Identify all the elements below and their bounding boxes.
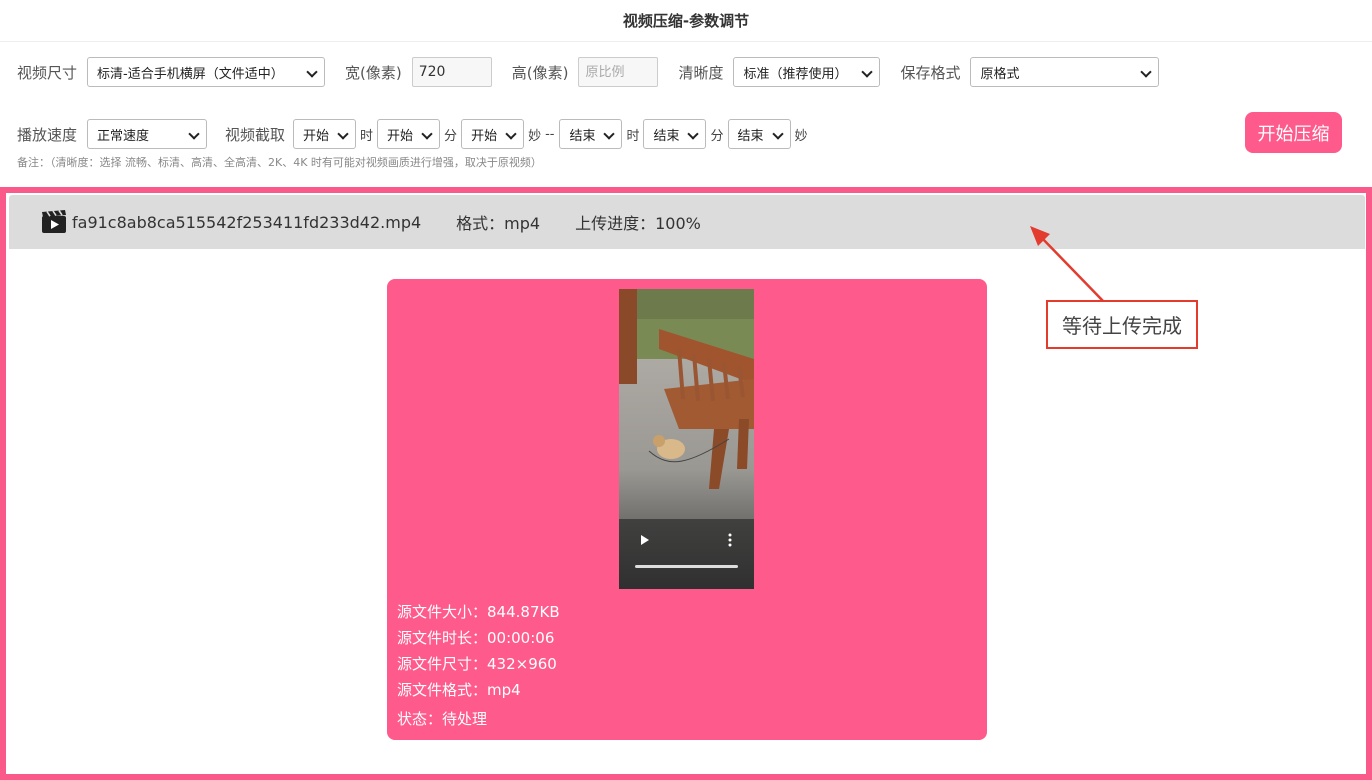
start-hour-value: 开始 [303,128,330,144]
width-input[interactable] [411,57,492,87]
video-size-value: 标清-适合手机横屏（文件适中） [97,66,284,82]
settings-note: 备注：（清晰度：选择 流畅、标清、高清、全高清、2K、4K 时有可能对视频画质进… [17,156,542,169]
file-info-bar: fa91c8ab8ca515542f253411fd233d42.mp4 格式：… [9,195,1365,249]
video-size-select[interactable]: 标清-适合手机横屏（文件适中） [87,57,326,87]
hour-unit: 时 [626,128,640,144]
video-size-label: 视频尺寸 [17,63,78,82]
end-minute-value: 结束 [653,128,680,144]
clip-label: 视频截取 [225,125,286,144]
start-hour-select[interactable]: 开始 [293,119,357,149]
clarity-select[interactable]: 标准（推荐使用） [733,57,881,87]
start-second-value: 开始 [471,128,498,144]
video-file-icon [41,210,67,234]
end-hour-value: 结束 [569,128,596,144]
file-format: 格式：mp4 [456,214,541,233]
second-unit: 妙 [794,128,808,144]
clarity-label: 清晰度 [678,63,724,82]
minute-unit: 分 [444,128,458,144]
end-minute-select[interactable]: 结束 [643,119,707,149]
source-size: 源文件大小：844.87KB [397,603,560,621]
width-label: 宽(像素) [345,63,402,82]
clarity-value: 标准（推荐使用） [743,66,848,82]
status-text: 状态：待处理 [397,710,488,728]
page-title: 视频压缩-参数调节 [0,0,1372,42]
speed-select[interactable]: 正常速度 [87,119,208,149]
hour-unit: 时 [360,128,374,144]
video-preview[interactable] [619,289,754,589]
height-input[interactable] [578,57,659,87]
start-minute-select[interactable]: 开始 [377,119,441,149]
speed-value: 正常速度 [97,128,150,144]
end-second-select[interactable]: 结束 [727,119,791,149]
source-dimensions: 源文件尺寸：432×960 [397,655,557,673]
end-hour-select[interactable]: 结束 [559,119,623,149]
settings-row-1: 视频尺寸 标清-适合手机横屏（文件适中） 宽(像素) 高(像素) 清晰度 标准（… [17,56,1160,88]
second-unit: 妙 [528,128,542,144]
upload-progress: 上传进度：100% [575,214,701,233]
minute-unit: 分 [710,128,724,144]
start-second-select[interactable]: 开始 [461,119,525,149]
end-second-value: 结束 [737,128,764,144]
annotation-callout: 等待上传完成 [1046,300,1198,349]
start-compress-button[interactable]: 开始压缩 [1245,112,1342,153]
save-format-select[interactable]: 原格式 [970,57,1160,87]
range-separator: -- [545,126,555,142]
start-minute-value: 开始 [387,128,414,144]
video-card: 源文件大小：844.87KB 源文件时长：00:00:06 源文件尺寸：432×… [387,279,987,740]
height-label: 高(像素) [511,63,569,82]
source-duration: 源文件时长：00:00:06 [397,629,555,647]
annotation-arrow-icon [1030,226,1105,303]
file-name: fa91c8ab8ca515542f253411fd233d42.mp4 [72,212,422,232]
save-format-value: 原格式 [980,66,1020,82]
speed-label: 播放速度 [17,125,78,144]
settings-row-2: 播放速度 正常速度 视频截取 开始 时 开始 分 开始 妙 -- 结束 时 结束… [17,118,812,150]
format-label: 保存格式 [900,63,961,82]
source-format: 源文件格式：mp4 [397,681,521,699]
